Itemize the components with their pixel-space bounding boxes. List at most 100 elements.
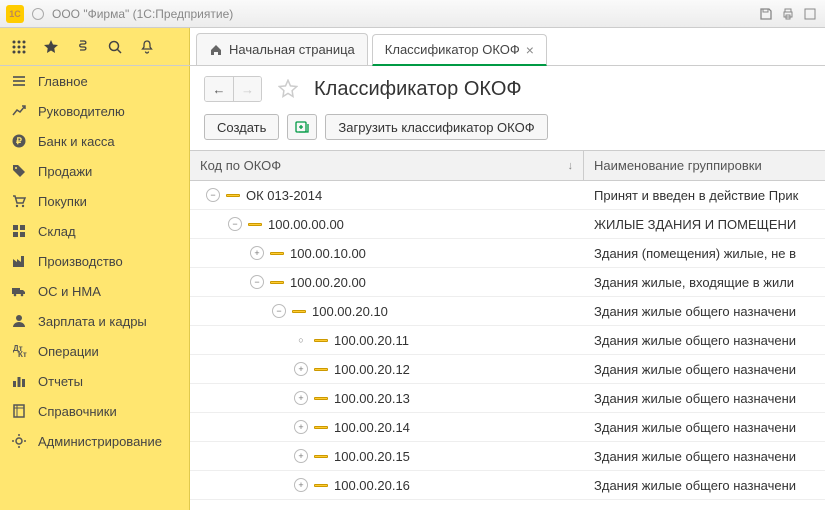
- sidebar-item-1[interactable]: Руководителю: [0, 96, 189, 126]
- sidebar-item-label: Справочники: [38, 404, 117, 419]
- trend-icon: [10, 103, 28, 119]
- sidebar-item-5[interactable]: Склад: [0, 216, 189, 246]
- leaf-icon: ○: [294, 333, 308, 347]
- back-button[interactable]: ←: [205, 77, 233, 101]
- sidebar-item-label: Операции: [38, 344, 99, 359]
- save-icon[interactable]: [757, 5, 775, 23]
- expand-icon[interactable]: +: [294, 420, 308, 434]
- cell-code: +100.00.20.16: [190, 478, 584, 493]
- cell-code: +100.00.10.00: [190, 246, 584, 261]
- sidebar-item-8[interactable]: Зарплата и кадры: [0, 306, 189, 336]
- sidebar-item-label: Администрирование: [38, 434, 162, 449]
- sidebar-item-label: Зарплата и кадры: [38, 314, 147, 329]
- expand-icon[interactable]: +: [294, 449, 308, 463]
- sidebar-item-7[interactable]: ОС и НМА: [0, 276, 189, 306]
- sidebar-item-label: Банк и касса: [38, 134, 115, 149]
- folder-icon: [314, 426, 328, 429]
- actions: Создать Загрузить классификатор ОКОФ: [190, 110, 825, 150]
- appbar: Начальная страница Классификатор ОКОФ ×: [0, 28, 825, 66]
- bars-icon: [10, 373, 28, 389]
- cell-code: ○ 100.00.20.11: [190, 333, 584, 348]
- table-row[interactable]: ○100.00.20.11Здания жилые общего назначе…: [190, 326, 825, 355]
- create-button[interactable]: Создать: [204, 114, 279, 140]
- code-text: 100.00.20.16: [334, 478, 410, 493]
- svg-text:₽: ₽: [16, 136, 22, 146]
- folder-icon: [314, 397, 328, 400]
- collapse-icon[interactable]: −: [250, 275, 264, 289]
- table-row[interactable]: +100.00.20.13Здания жилые общего назначе…: [190, 384, 825, 413]
- code-text: 100.00.10.00: [290, 246, 366, 261]
- sidebar-item-label: Покупки: [38, 194, 87, 209]
- table-row[interactable]: −ОК 013-2014Принят и введен в действие П…: [190, 181, 825, 210]
- window-control-icon[interactable]: [32, 8, 44, 20]
- cell-code: +100.00.20.14: [190, 420, 584, 435]
- print-icon[interactable]: [779, 5, 797, 23]
- code-text: 100.00.20.13: [334, 391, 410, 406]
- collapse-icon[interactable]: −: [206, 188, 220, 202]
- cell-code: −100.00.20.10: [190, 304, 584, 319]
- tab-home[interactable]: Начальная страница: [196, 33, 368, 65]
- expand-icon[interactable]: +: [250, 246, 264, 260]
- folder-icon: [226, 194, 240, 197]
- sidebar-item-9[interactable]: ДтКтОперации: [0, 336, 189, 366]
- code-text: ОК 013-2014: [246, 188, 322, 203]
- col-name[interactable]: Наименование группировки: [584, 151, 825, 180]
- sidebar: Главное Руководителю ₽ Банк и касса Продажи П…: [0, 66, 190, 510]
- sidebar-item-label: Главное: [38, 74, 88, 89]
- code-text: 100.00.20.11: [334, 333, 409, 348]
- cell-code: +100.00.20.12: [190, 362, 584, 377]
- favorite-button[interactable]: [276, 77, 300, 101]
- search-icon[interactable]: [100, 32, 130, 62]
- collapse-icon[interactable]: −: [272, 304, 286, 318]
- create-group-button[interactable]: [287, 114, 317, 140]
- code-text: 100.00.00.00: [268, 217, 344, 232]
- expand-icon[interactable]: +: [294, 478, 308, 492]
- sidebar-item-10[interactable]: Отчеты: [0, 366, 189, 396]
- link-icon[interactable]: [801, 5, 819, 23]
- history-icon[interactable]: [68, 32, 98, 62]
- table-body: −ОК 013-2014Принят и введен в действие П…: [190, 181, 825, 510]
- boxes-icon: [10, 223, 28, 239]
- table-row[interactable]: +100.00.20.12Здания жилые общего назначе…: [190, 355, 825, 384]
- factory-icon: [10, 253, 28, 269]
- tabs: Начальная страница Классификатор ОКОФ ×: [190, 28, 825, 65]
- page-title: Классификатор ОКОФ: [314, 78, 522, 101]
- cell-name: Здания жилые общего назначени: [584, 449, 825, 464]
- sidebar-item-12[interactable]: Администрирование: [0, 426, 189, 456]
- sidebar-item-label: Отчеты: [38, 374, 83, 389]
- sidebar-item-label: ОС и НМА: [38, 284, 101, 299]
- table-row[interactable]: +100.00.20.14Здания жилые общего назначе…: [190, 413, 825, 442]
- table-row[interactable]: −100.00.20.00Здания жилые, входящие в жи…: [190, 268, 825, 297]
- col-code-label: Код по ОКОФ: [200, 158, 281, 173]
- load-button[interactable]: Загрузить классификатор ОКОФ: [325, 114, 547, 140]
- table-head: Код по ОКОФ ↓ Наименование группировки: [190, 151, 825, 181]
- table-row[interactable]: +100.00.20.15Здания жилые общего назначе…: [190, 442, 825, 471]
- cell-code: +100.00.20.13: [190, 391, 584, 406]
- sidebar-item-2[interactable]: ₽ Банк и касса: [0, 126, 189, 156]
- table-row[interactable]: +100.00.10.00Здания (помещения) жилые, н…: [190, 239, 825, 268]
- folder-icon: [270, 281, 284, 284]
- sidebar-item-11[interactable]: Справочники: [0, 396, 189, 426]
- sidebar-item-6[interactable]: Производство: [0, 246, 189, 276]
- cell-name: Здания жилые общего назначени: [584, 478, 825, 493]
- cell-code: − ОК 013-2014: [190, 188, 584, 203]
- cart-icon: [10, 193, 28, 209]
- favorite-icon[interactable]: [36, 32, 66, 62]
- sidebar-item-0[interactable]: Главное: [0, 66, 189, 96]
- expand-icon[interactable]: +: [294, 391, 308, 405]
- sidebar-item-4[interactable]: Покупки: [0, 186, 189, 216]
- apps-icon[interactable]: [4, 32, 34, 62]
- sidebar-item-3[interactable]: Продажи: [0, 156, 189, 186]
- table-row[interactable]: −100.00.20.10Здания жилые общего назначе…: [190, 297, 825, 326]
- tab-classifier[interactable]: Классификатор ОКОФ ×: [372, 34, 547, 66]
- table-row[interactable]: −100.00.00.00ЖИЛЫЕ ЗДАНИЯ И ПОМЕЩЕНИ: [190, 210, 825, 239]
- cell-code: +100.00.20.15: [190, 449, 584, 464]
- expand-icon[interactable]: +: [294, 362, 308, 376]
- svg-text:Кт: Кт: [18, 350, 27, 359]
- bell-icon[interactable]: [132, 32, 162, 62]
- collapse-icon[interactable]: −: [228, 217, 242, 231]
- col-code[interactable]: Код по ОКОФ ↓: [190, 151, 584, 180]
- table-row[interactable]: +100.00.20.16Здания жилые общего назначе…: [190, 471, 825, 500]
- close-icon[interactable]: ×: [526, 42, 534, 58]
- tag-icon: [10, 163, 28, 179]
